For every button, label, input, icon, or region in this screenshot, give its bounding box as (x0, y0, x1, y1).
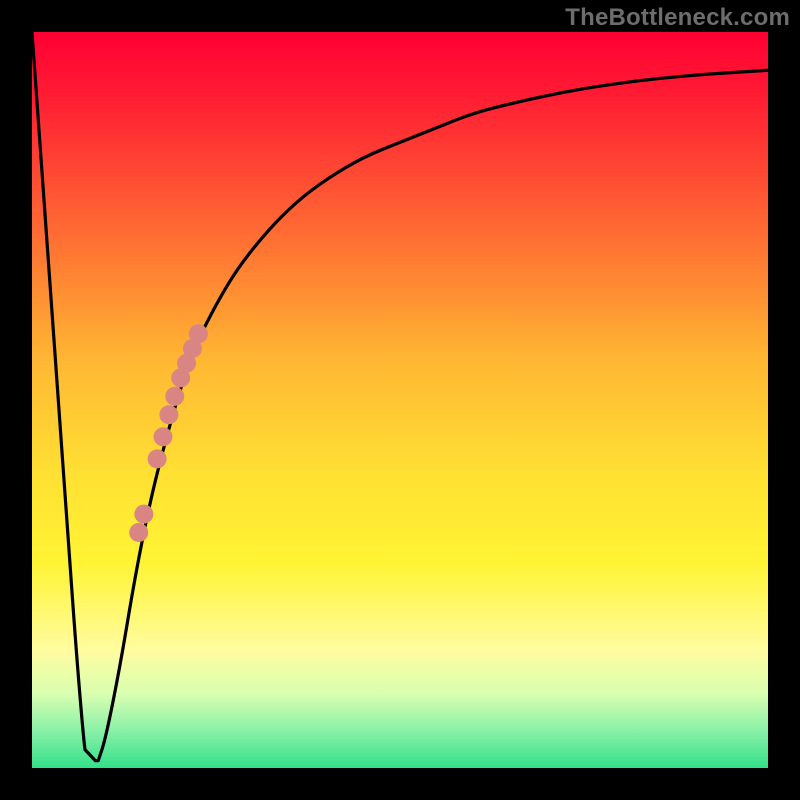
highlight-dot (129, 523, 148, 542)
highlight-dot (165, 387, 184, 406)
highlight-dot (159, 405, 178, 424)
highlight-dot (148, 449, 167, 468)
chart-stage: TheBottleneck.com (0, 0, 800, 800)
highlight-dot (134, 505, 153, 524)
watermark-text: TheBottleneck.com (565, 4, 790, 32)
chart-svg (0, 0, 800, 800)
highlight-dot (189, 324, 208, 343)
highlight-dot (154, 427, 173, 446)
